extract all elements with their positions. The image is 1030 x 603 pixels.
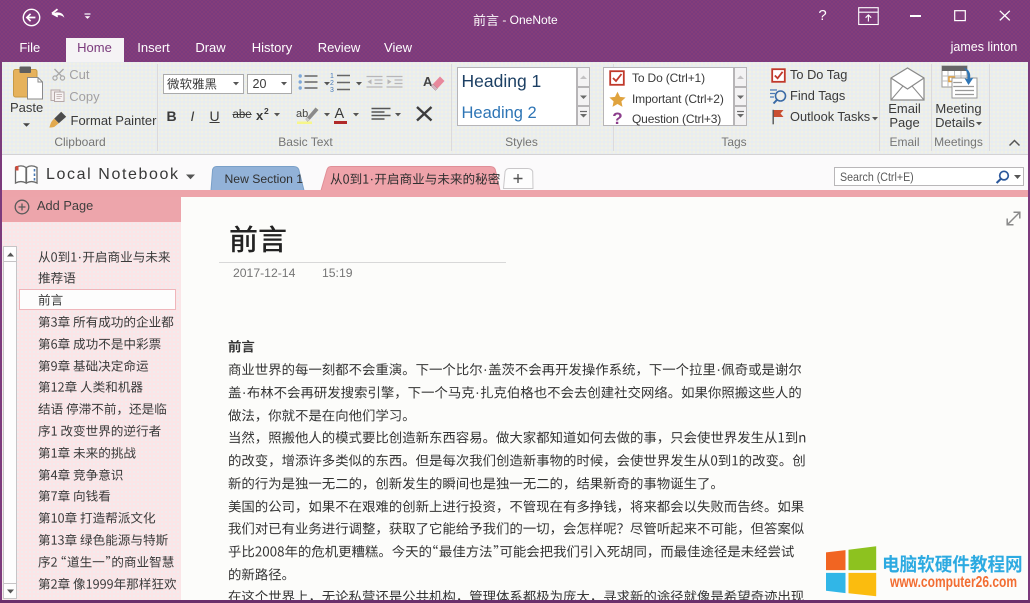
svg-text:3: 3 xyxy=(330,87,334,94)
svg-text:A: A xyxy=(423,74,433,89)
svg-text:1: 1 xyxy=(330,73,334,80)
svg-text:2: 2 xyxy=(330,80,334,87)
